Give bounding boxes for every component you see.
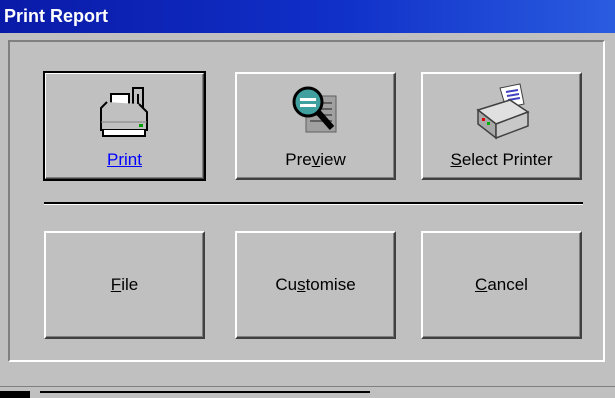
print-label: Print [107,150,142,169]
select-printer-label: Select Printer [450,150,553,169]
magnifier-icon [284,82,348,147]
select-printer-button[interactable]: Select Printer [421,72,582,180]
customise-label: Customise [275,275,356,294]
preview-label: Preview [285,150,346,169]
print-button[interactable]: Print [43,71,206,181]
print-report-dialog: Print Report Print Preview Select Printe… [0,0,615,398]
window-title: Print Report [4,6,109,26]
file-label: File [110,275,139,294]
customise-button[interactable]: Customise [235,231,396,339]
divider [44,202,583,205]
button-panel: Print Preview Select Printer File Custom… [8,40,605,362]
file-button[interactable]: File [44,231,205,339]
printer-icon [93,82,157,147]
title-bar[interactable]: Print Report [0,0,615,33]
preview-button[interactable]: Preview [235,72,396,180]
status-bar-line [40,391,370,393]
cancel-label: Cancel [475,275,528,294]
status-bar [0,386,615,398]
cancel-button[interactable]: Cancel [421,231,582,339]
printer-setup-icon [470,82,534,147]
